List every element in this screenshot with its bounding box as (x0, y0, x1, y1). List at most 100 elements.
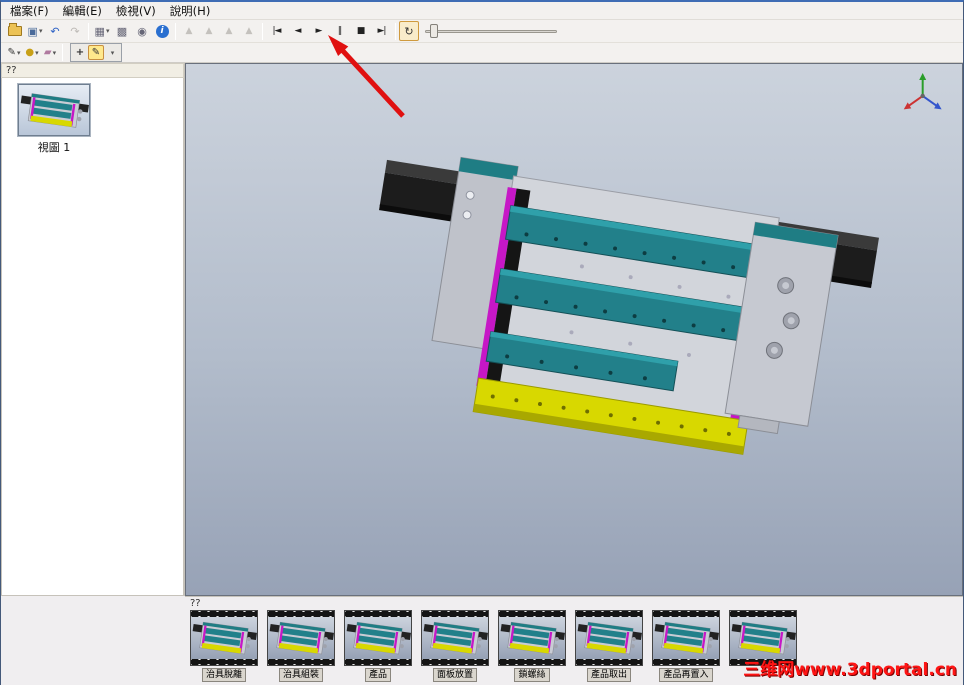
pen-style-button[interactable]: ✎ ▾ (5, 44, 23, 61)
film-holes (730, 658, 796, 665)
play-button[interactable]: ► (308, 21, 329, 41)
filmstrip-frame (267, 610, 335, 666)
step-back-button[interactable]: ◄ (287, 21, 308, 41)
open-button[interactable] (5, 21, 25, 41)
grid-icon: ▦ (94, 24, 105, 38)
shape-icon: ● (25, 47, 35, 58)
render-mode-button[interactable]: ▩ (112, 21, 132, 41)
animation-clip-7[interactable]: 產品再置入 (652, 610, 720, 682)
draw-tool-button[interactable]: ✎ (88, 45, 104, 60)
views-panel-body: 視圖 1 (1, 78, 184, 596)
animation-clip-2[interactable]: 治具組裝 (267, 610, 335, 682)
redo-button[interactable]: ↷ (65, 21, 85, 41)
go-to-end-icon: ►| (377, 26, 387, 36)
keyframe-button-4[interactable]: ▲ (239, 21, 259, 41)
toolbar-separator (395, 22, 396, 40)
snapshot-button[interactable]: ◉ (132, 21, 152, 41)
views-panel: ?? 視圖 1 (1, 63, 185, 596)
main-toolbar: ▣ ▾ ↶ ↷ ▦ ▾ ▩ ◉ i ▲ ▲ ▲ ▲ |◄ ◄ ► ‖ ■ ►| … (1, 20, 963, 43)
export-icon: ▣ (27, 24, 38, 38)
annotation-tool-group: + ✎ ▾ (70, 43, 122, 62)
loop-icon: ↻ (404, 24, 414, 38)
timeline-slider-thumb[interactable] (430, 24, 438, 38)
animation-clip-6[interactable]: 產品取出 (575, 610, 643, 682)
keyframe-icon: ▲ (185, 26, 193, 36)
move-icon: + (75, 47, 85, 58)
pause-icon: ‖ (337, 26, 342, 36)
view-label: 視圖 1 (37, 141, 71, 154)
clip-label: 產品再置入 (659, 668, 713, 682)
go-to-start-icon: |◄ (272, 26, 282, 36)
keyframe-button-2[interactable]: ▲ (199, 21, 219, 41)
animation-clip-8[interactable] (729, 610, 797, 680)
chevron-down-icon: ▾ (38, 27, 43, 35)
menu-bar: 檔案(F) 編輯(E) 檢視(V) 說明(H) (1, 2, 963, 20)
redo-icon: ↷ (70, 24, 80, 38)
film-holes (576, 658, 642, 665)
menu-view[interactable]: 檢視(V) (109, 2, 163, 20)
orientation-gizmo[interactable] (903, 72, 942, 110)
clip-label: 治具組裝 (278, 668, 323, 682)
camera-icon: ◉ (137, 24, 147, 38)
undo-button[interactable]: ↶ (45, 21, 65, 41)
view-thumbnail-model (19, 85, 89, 135)
filmstrip-frame (498, 610, 566, 666)
filmstrip-frame (652, 610, 720, 666)
viewport-3d[interactable] (185, 63, 963, 596)
view-thumbnail[interactable] (18, 84, 90, 136)
filmstrip-frame (729, 610, 797, 666)
animation-clip-list: 治具脫離 治具組裝 產品 面板放置 鎖螺絲 產品取出 產品再置入 (188, 610, 960, 682)
clip-label: 產品取出 (586, 668, 631, 682)
markup-toolbar: ✎ ▾ ● ▾ ▰ ▾ + ✎ ▾ (1, 43, 963, 63)
view-layout-button[interactable]: ▦ ▾ (92, 21, 112, 41)
clip-label: 面板放置 (432, 668, 477, 682)
shape-style-button[interactable]: ● ▾ (23, 44, 41, 61)
more-tools-button[interactable]: ▾ (104, 45, 120, 60)
filmstrip-frame (344, 610, 412, 666)
clip-label: 鎖螺絲 (514, 668, 550, 682)
clip-label: 產品 (364, 668, 391, 682)
timeline-slider[interactable] (425, 23, 557, 39)
toolbar-separator (88, 22, 89, 40)
menu-edit[interactable]: 編輯(E) (56, 2, 109, 20)
chevron-down-icon: ▾ (110, 48, 115, 57)
move-tool-button[interactable]: + (72, 45, 88, 60)
stop-icon: ■ (356, 26, 365, 36)
views-panel-header: ?? (1, 63, 184, 78)
info-button[interactable]: i (152, 21, 172, 41)
animation-clip-5[interactable]: 鎖螺絲 (498, 610, 566, 682)
eraser-button[interactable]: ▰ ▾ (41, 44, 59, 61)
keyframe-button-1[interactable]: ▲ (179, 21, 199, 41)
open-folder-icon (8, 23, 22, 36)
menu-help[interactable]: 說明(H) (163, 2, 218, 20)
corner-filler (1, 596, 185, 685)
info-icon: i (155, 24, 169, 38)
export-button[interactable]: ▣ ▾ (25, 21, 45, 41)
stop-button[interactable]: ■ (350, 21, 371, 41)
keyframe-button-3[interactable]: ▲ (219, 21, 239, 41)
animation-clip-4[interactable]: 面板放置 (421, 610, 489, 682)
undo-icon: ↶ (50, 24, 60, 38)
checker-icon: ▩ (116, 24, 128, 38)
filmstrip-frame (575, 610, 643, 666)
filmstrip-frame (190, 610, 258, 666)
go-to-end-button[interactable]: ►| (371, 21, 392, 41)
toolbar-separator (175, 22, 176, 40)
animations-panel: ?? 治具脫離 治具組裝 產品 面板放置 鎖螺絲 產品取出 產品再置入 (185, 596, 963, 685)
clip-label: 治具脫離 (201, 668, 246, 682)
film-holes (499, 658, 565, 665)
menu-file[interactable]: 檔案(F) (3, 2, 56, 20)
animation-clip-3[interactable]: 產品 (344, 610, 412, 682)
film-holes (422, 658, 488, 665)
pause-button[interactable]: ‖ (329, 21, 350, 41)
content-area: ?? 視圖 1 ?? 治具脫離 治具組裝 產品 面板放置 鎖螺絲 產品取出 產品… (1, 63, 963, 685)
chevron-down-icon: ▾ (52, 48, 57, 57)
animations-panel-header: ?? (190, 598, 201, 609)
timeline-slider-track (425, 30, 557, 33)
animation-clip-1[interactable]: 治具脫離 (190, 610, 258, 682)
film-holes (191, 658, 257, 665)
go-to-start-button[interactable]: |◄ (266, 21, 287, 41)
play-icon: ► (315, 26, 323, 36)
loop-playback-button[interactable]: ↻ (399, 21, 419, 41)
view-item[interactable]: 視圖 1 (6, 84, 102, 155)
